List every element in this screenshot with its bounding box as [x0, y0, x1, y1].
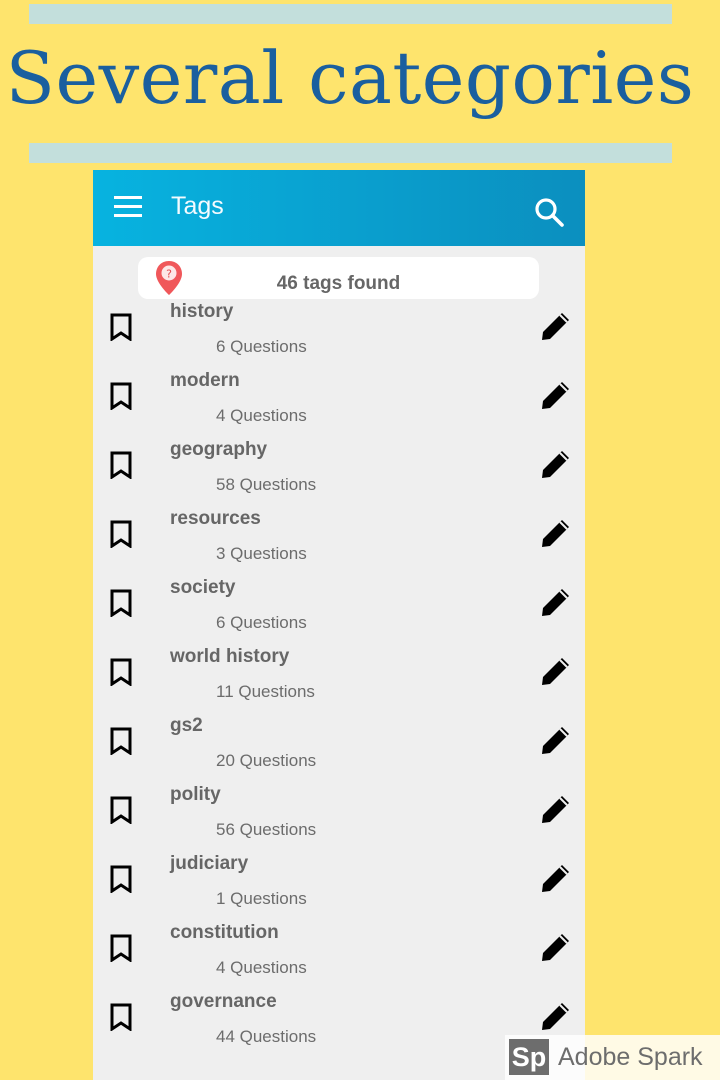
tag-name: geography	[170, 439, 268, 460]
tag-question-count: 4 Questions	[216, 406, 307, 425]
tag-question-count: 4 Questions	[216, 958, 307, 977]
edit-pencil-icon[interactable]	[539, 447, 573, 481]
tag-question-count: 56 Questions	[216, 820, 317, 839]
app-bar-title: Tags	[171, 192, 224, 220]
edit-pencil-icon[interactable]	[539, 585, 573, 619]
edit-pencil-icon[interactable]	[539, 999, 573, 1033]
tag-name: governance	[170, 991, 277, 1012]
tag-row-constitution[interactable]: constitution 4 Questions	[93, 914, 585, 983]
tag-name: history	[170, 301, 234, 322]
bookmark-icon[interactable]	[108, 382, 134, 410]
tag-name: society	[170, 577, 236, 598]
bookmark-icon[interactable]	[108, 865, 134, 893]
tag-question-count: 1 Questions	[216, 889, 307, 908]
tag-name: resources	[170, 508, 261, 529]
tag-question-count: 3 Questions	[216, 544, 307, 563]
tag-row-gs2[interactable]: gs2 20 Questions	[93, 707, 585, 776]
edit-pencil-icon[interactable]	[539, 861, 573, 895]
tag-name: modern	[170, 370, 240, 391]
tag-question-count: 11 Questions	[216, 682, 315, 701]
tags-found-count: 46 tags found	[276, 273, 401, 294]
bookmark-icon[interactable]	[108, 589, 134, 617]
tag-row-polity[interactable]: polity 56 Questions	[93, 776, 585, 845]
bookmark-icon[interactable]	[108, 1003, 134, 1031]
tag-name: gs2	[170, 715, 203, 736]
app-screenshot: Tags ? 46 tags found history 6 Questions…	[93, 170, 585, 1080]
edit-pencil-icon[interactable]	[539, 378, 573, 412]
bookmark-icon[interactable]	[108, 520, 134, 548]
tag-question-count: 20 Questions	[216, 751, 317, 770]
tag-question-count: 6 Questions	[216, 337, 307, 356]
adobe-spark-watermark: Sp Adobe Spark	[505, 1035, 720, 1080]
tag-name: constitution	[170, 922, 279, 943]
bookmark-icon[interactable]	[108, 658, 134, 686]
edit-pencil-icon[interactable]	[539, 516, 573, 550]
tag-question-count: 6 Questions	[216, 613, 307, 632]
tag-question-count: 58 Questions	[216, 475, 317, 494]
bookmark-icon[interactable]	[108, 796, 134, 824]
edit-pencil-icon[interactable]	[539, 309, 573, 343]
edit-pencil-icon[interactable]	[539, 792, 573, 826]
edit-pencil-icon[interactable]	[539, 654, 573, 688]
tags-list: history 6 Questions modern 4 Questions g…	[93, 293, 585, 1052]
watermark-text: Adobe Spark	[558, 1043, 703, 1071]
bookmark-icon[interactable]	[108, 727, 134, 755]
adobe-spark-logo: Sp	[509, 1039, 549, 1075]
decorative-bottom-bar	[29, 143, 672, 163]
tag-row-geography[interactable]: geography 58 Questions	[93, 431, 585, 500]
bookmark-icon[interactable]	[108, 451, 134, 479]
tag-row-resources[interactable]: resources 3 Questions	[93, 500, 585, 569]
tag-row-world-history[interactable]: world history 11 Questions	[93, 638, 585, 707]
tag-row-modern[interactable]: modern 4 Questions	[93, 362, 585, 431]
tag-row-judiciary[interactable]: judiciary 1 Questions	[93, 845, 585, 914]
bookmark-icon[interactable]	[108, 934, 134, 962]
page-headline: Several categories	[5, 36, 695, 120]
tag-question-count: 44 Questions	[216, 1027, 317, 1046]
edit-pencil-icon[interactable]	[539, 930, 573, 964]
tag-row-history[interactable]: history 6 Questions	[93, 293, 585, 362]
hamburger-menu-icon[interactable]	[113, 194, 143, 220]
tag-name: world history	[170, 646, 290, 667]
tag-name: polity	[170, 784, 221, 805]
app-bar: Tags	[93, 170, 585, 246]
decorative-top-bar	[29, 4, 672, 24]
search-icon[interactable]	[533, 196, 565, 228]
bookmark-icon[interactable]	[108, 313, 134, 341]
tag-name: judiciary	[170, 853, 249, 874]
tag-row-society[interactable]: society 6 Questions	[93, 569, 585, 638]
edit-pencil-icon[interactable]	[539, 723, 573, 757]
